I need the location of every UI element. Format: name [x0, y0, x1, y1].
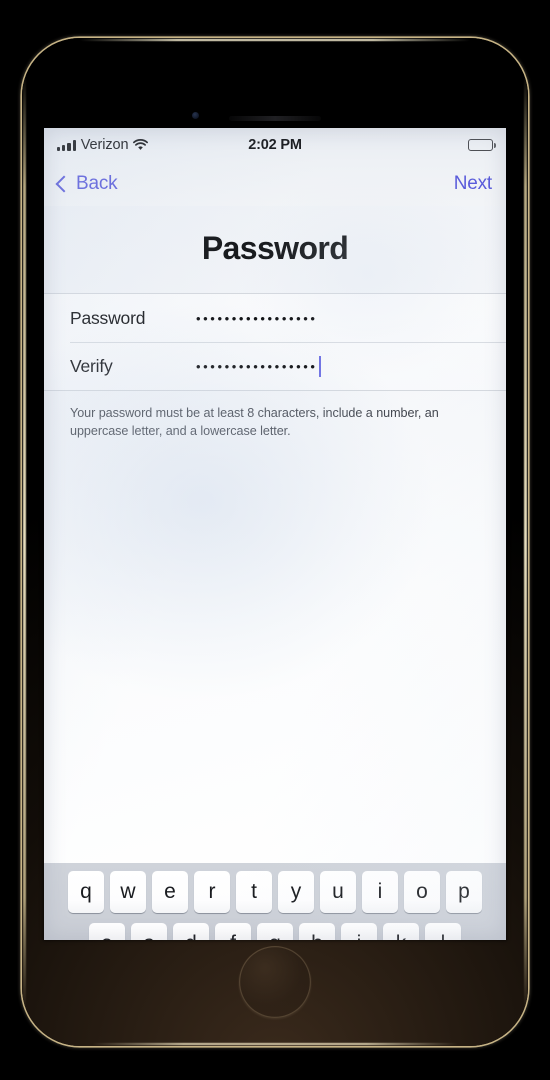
status-bar-right	[275, 139, 496, 151]
on-screen-keyboard: q w e r t y u i o p a s d f g h j k l	[44, 863, 506, 940]
back-button-label: Back	[76, 173, 118, 194]
carrier-label: Verizon	[80, 137, 129, 153]
key-o[interactable]: o	[404, 871, 440, 913]
home-button[interactable]	[239, 946, 311, 1018]
password-masked-value: •••••••••••••••••	[196, 310, 318, 326]
key-g[interactable]: g	[257, 923, 293, 940]
bezel-highlight-left	[23, 74, 26, 1010]
password-field-group: Password ••••••••••••••••• Verify ••••••…	[44, 293, 506, 391]
key-u[interactable]: u	[320, 871, 356, 913]
verify-masked-value: •••••••••••••••••	[196, 358, 318, 374]
text-cursor	[318, 355, 321, 377]
navigation-bar: Back Next	[44, 162, 506, 206]
device-screen: Verizon 2:02 PM Back Next Password Passw…	[44, 128, 506, 940]
key-j[interactable]: j	[341, 923, 377, 940]
key-i[interactable]: i	[362, 871, 398, 913]
key-y[interactable]: y	[278, 871, 314, 913]
page-title: Password	[201, 230, 349, 266]
status-bar: Verizon 2:02 PM	[44, 128, 506, 162]
keyboard-row-1: q w e r t y u i o p	[44, 871, 506, 913]
back-button[interactable]: Back	[55, 173, 118, 195]
key-k[interactable]: k	[383, 923, 419, 940]
key-d[interactable]: d	[173, 923, 209, 940]
password-field-label: Password	[70, 307, 146, 328]
battery-full-icon	[468, 139, 496, 151]
key-a[interactable]: a	[89, 923, 125, 940]
key-t[interactable]: t	[236, 871, 272, 913]
verify-field-label: Verify	[70, 355, 113, 376]
front-camera-icon	[192, 112, 199, 119]
cellular-signal-icon	[57, 139, 76, 151]
key-l[interactable]: l	[425, 923, 461, 940]
chevron-left-icon	[55, 175, 73, 192]
bezel-highlight-top	[80, 39, 470, 41]
next-button[interactable]: Next	[454, 173, 492, 195]
key-q[interactable]: q	[68, 871, 104, 913]
phone-device-frame: Verizon 2:02 PM Back Next Password Passw…	[22, 38, 528, 1046]
password-input[interactable]: •••••••••••••••••	[196, 312, 506, 325]
keyboard-row-2: a s d f g h j k l	[44, 923, 506, 940]
status-bar-left: Verizon	[57, 137, 275, 153]
password-field-row[interactable]: Password •••••••••••••••••	[44, 294, 506, 342]
password-requirements-hint: Your password must be at least 8 charact…	[70, 406, 439, 438]
key-p[interactable]: p	[446, 871, 482, 913]
key-f[interactable]: f	[215, 923, 251, 940]
key-r[interactable]: r	[194, 871, 230, 913]
earpiece-speaker	[229, 116, 321, 121]
key-s[interactable]: s	[131, 923, 167, 940]
content-area: Password Password ••••••••••••••••• Veri…	[44, 206, 506, 863]
key-e[interactable]: e	[152, 871, 188, 913]
bezel-highlight-right	[524, 74, 527, 1010]
key-h[interactable]: h	[299, 923, 335, 940]
verify-input[interactable]: •••••••••••••••••	[196, 355, 506, 377]
bezel-highlight-bottom	[92, 1043, 458, 1045]
wifi-icon	[133, 139, 149, 151]
key-w[interactable]: w	[110, 871, 146, 913]
verify-field-row[interactable]: Verify •••••••••••••••••	[44, 342, 506, 390]
